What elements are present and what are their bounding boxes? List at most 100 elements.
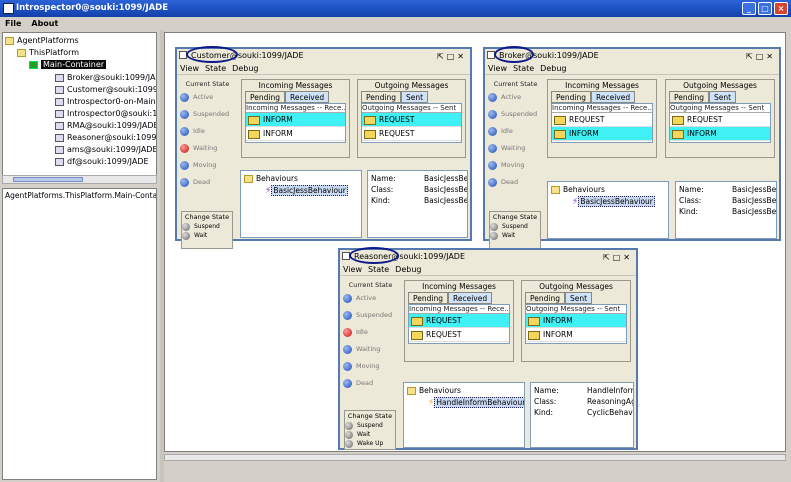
behaviour-node[interactable]: ⚡ BasicJessBehaviour bbox=[265, 185, 348, 196]
tab-pending[interactable]: Pending bbox=[551, 91, 591, 103]
suspend-button[interactable]: Suspend bbox=[182, 222, 232, 231]
desktop-hscrollbar[interactable] bbox=[164, 454, 786, 461]
jade-icon bbox=[3, 3, 14, 14]
tab-sent[interactable]: Sent bbox=[401, 91, 429, 103]
behaviours-node[interactable]: Behaviours bbox=[244, 174, 298, 183]
frame-titlebar[interactable]: Reasoner@souki:1099/JADE ⇱□✕ bbox=[340, 247, 636, 264]
state-active: Active bbox=[343, 290, 398, 307]
tree-container[interactable]: Main-Container bbox=[29, 59, 107, 71]
tab-received[interactable]: Received bbox=[591, 91, 636, 103]
behaviours-tree: Behaviours ⚡ BasicJessBehaviour bbox=[547, 181, 669, 239]
message-row[interactable]: REQUEST bbox=[362, 113, 461, 127]
tree-platform[interactable]: ThisPlatform bbox=[17, 47, 79, 59]
close-button[interactable]: × bbox=[774, 2, 788, 15]
menu-state[interactable]: State bbox=[510, 63, 537, 75]
tree-agent[interactable]: Customer@souki:1099 bbox=[55, 84, 156, 96]
message-row[interactable]: REQUEST bbox=[552, 113, 652, 127]
maximize-button[interactable]: □ bbox=[758, 2, 772, 15]
incoming-message-list: Incoming Messages -- Rece... REQUEST INF… bbox=[551, 103, 653, 143]
state-dot-icon bbox=[488, 109, 497, 119]
state-dot-icon bbox=[180, 109, 189, 119]
behaviour-node[interactable]: ⚡ BasicJessBehaviour bbox=[572, 196, 655, 207]
menu-about[interactable]: About bbox=[26, 17, 63, 30]
current-state-panel: Current State Active Suspended Idle Wait… bbox=[343, 280, 398, 392]
tab-pending[interactable]: Pending bbox=[408, 292, 448, 304]
tab-received[interactable]: Received bbox=[285, 91, 330, 103]
message-row[interactable]: INFORM bbox=[526, 328, 626, 342]
tab-sent[interactable]: Sent bbox=[709, 91, 737, 103]
tab-pending[interactable]: Pending bbox=[361, 91, 401, 103]
desktop-area: Customer@souki:1099/JADE ⇱□✕ View State De… bbox=[164, 32, 786, 452]
menu-debug[interactable]: Debug bbox=[229, 63, 261, 75]
menu-state[interactable]: State bbox=[365, 264, 392, 276]
tab-pending[interactable]: Pending bbox=[245, 91, 285, 103]
tree-agent[interactable]: RMA@souki:1099/JADE bbox=[55, 120, 156, 132]
menu-debug[interactable]: Debug bbox=[392, 264, 424, 276]
message-row[interactable]: REQUEST bbox=[670, 113, 770, 127]
suspend-button[interactable]: Suspend bbox=[345, 421, 395, 430]
tab-sent[interactable]: Sent bbox=[565, 292, 593, 304]
suspend-button[interactable]: Suspend bbox=[490, 222, 540, 231]
tree-agent[interactable]: Introspector0@souki:1( bbox=[55, 108, 156, 120]
menu-debug[interactable]: Debug bbox=[537, 63, 569, 75]
menu-view[interactable]: View bbox=[485, 63, 510, 75]
frame-controls[interactable]: ⇱□✕ bbox=[746, 50, 776, 63]
message-row[interactable]: INFORM bbox=[246, 127, 345, 141]
state-dot-icon bbox=[180, 92, 189, 102]
introspector-window: Introspector0@souki:1099/JADE _ □ × File… bbox=[0, 0, 791, 482]
frame-titlebar[interactable]: Customer@souki:1099/JADE ⇱□✕ bbox=[177, 46, 470, 63]
agent-icon bbox=[55, 121, 64, 130]
incoming-messages-group: Incoming Messages Pending Received Incom… bbox=[241, 79, 350, 158]
outgoing-message-list: Outgoing Messages -- Sent REQUEST INFORM bbox=[669, 103, 771, 143]
state-suspended: Suspended bbox=[180, 106, 235, 123]
message-row[interactable]: REQUEST bbox=[409, 328, 509, 342]
minimize-button[interactable]: _ bbox=[742, 2, 756, 15]
wait-button[interactable]: Wait bbox=[345, 430, 395, 439]
message-row[interactable]: INFORM bbox=[552, 127, 652, 141]
state-active: Active bbox=[488, 89, 543, 106]
wait-button[interactable]: Wait bbox=[182, 231, 232, 240]
tree-agent[interactable]: Broker@souki:1099/JA bbox=[55, 72, 155, 84]
wait-button[interactable]: Wait bbox=[490, 231, 540, 240]
tree-root[interactable]: AgentPlatforms bbox=[5, 35, 79, 47]
state-idle: Idle bbox=[488, 123, 543, 140]
menu-state[interactable]: State bbox=[202, 63, 229, 75]
frame-controls[interactable]: ⇱□✕ bbox=[437, 50, 467, 63]
menu-file[interactable]: File bbox=[0, 17, 26, 30]
tree-agent[interactable]: df@souki:1099/JADE bbox=[55, 156, 149, 168]
tab-pending[interactable]: Pending bbox=[525, 292, 565, 304]
folder-icon bbox=[17, 48, 26, 57]
agent-icon bbox=[55, 109, 64, 118]
incoming-message-list: Incoming Messages -- Rece... INFORM INFO… bbox=[245, 103, 346, 143]
frame-menubar: View State Debug bbox=[340, 264, 636, 276]
tab-pending[interactable]: Pending bbox=[669, 91, 709, 103]
message-row[interactable]: REQUEST bbox=[362, 127, 461, 141]
frame-controls[interactable]: ⇱□✕ bbox=[603, 251, 633, 264]
menu-view[interactable]: View bbox=[340, 264, 365, 276]
tree-agent[interactable]: Reasoner@souki:1099/ bbox=[55, 132, 156, 144]
message-row[interactable]: INFORM bbox=[526, 314, 626, 328]
message-row[interactable]: INFORM bbox=[670, 127, 770, 141]
behaviour-node[interactable]: ⚡ HandleInformBehaviour bbox=[428, 397, 524, 408]
menu-view[interactable]: View bbox=[177, 63, 202, 75]
agent-icon bbox=[55, 73, 64, 82]
message-row[interactable]: INFORM bbox=[246, 113, 345, 127]
agent-frame-reasoner: Reasoner@souki:1099/JADE ⇱□✕ View State De… bbox=[338, 247, 638, 450]
tab-received[interactable]: Received bbox=[448, 292, 493, 304]
current-state-panel: Current State Active Suspended Idle Wait… bbox=[488, 79, 543, 191]
agent-frame-broker: Broker@souki:1099/JADE ⇱□✕ View State Debu… bbox=[483, 46, 781, 249]
behaviours-node[interactable]: Behaviours bbox=[551, 185, 605, 194]
frame-titlebar[interactable]: Broker@souki:1099/JADE ⇱□✕ bbox=[485, 46, 779, 63]
wake-up-button[interactable]: Wake Up bbox=[345, 439, 395, 448]
tree-agent[interactable]: ams@souki:1099/JADE bbox=[55, 144, 156, 156]
state-dot-icon bbox=[343, 361, 352, 371]
state-dot-icon bbox=[343, 327, 352, 337]
envelope-icon bbox=[528, 316, 540, 326]
message-row[interactable]: REQUEST bbox=[409, 314, 509, 328]
scroll-thumb[interactable] bbox=[13, 177, 83, 182]
tree-hscrollbar[interactable] bbox=[2, 175, 157, 184]
agent-tree-pane: AgentPlatforms ThisPlatform Main-Contain… bbox=[0, 30, 160, 482]
outgoing-messages-group: Outgoing Messages Pending Sent Outgoing … bbox=[521, 280, 631, 362]
tree-agent[interactable]: Introspector0-on-Main- bbox=[55, 96, 156, 108]
behaviours-node[interactable]: Behaviours bbox=[407, 386, 461, 395]
